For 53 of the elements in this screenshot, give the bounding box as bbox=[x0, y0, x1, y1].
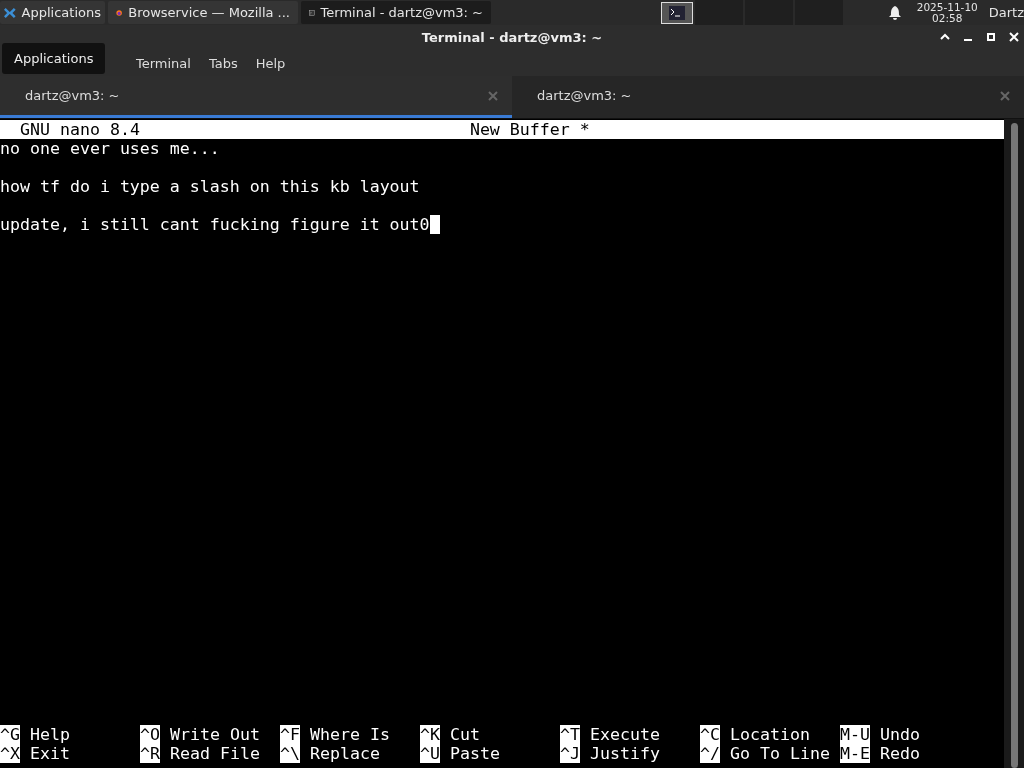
close-tab-icon[interactable] bbox=[1000, 90, 1010, 101]
shortcut-key: ^X bbox=[0, 744, 20, 763]
shortcut-label: Cut bbox=[450, 725, 480, 744]
text-line: update, i still cant fucking figure it out0 bbox=[0, 215, 430, 234]
shortcut-key: ^F bbox=[280, 725, 300, 744]
shortcut-label: Where Is bbox=[310, 725, 390, 744]
shortcut-label: Location bbox=[730, 725, 810, 744]
user-name[interactable]: Dartz bbox=[988, 5, 1024, 20]
scrollbar[interactable] bbox=[1004, 119, 1024, 768]
nano-version: GNU nano 8.4 bbox=[20, 120, 140, 139]
workspace-pager[interactable] bbox=[660, 0, 843, 25]
shortcut-key: ^U bbox=[420, 744, 440, 763]
shortcut-key: ^G bbox=[0, 725, 20, 744]
shortcut-label: Exit bbox=[30, 744, 70, 763]
shortcut-key: M-U bbox=[840, 725, 870, 744]
shortcut-key: ^T bbox=[560, 725, 580, 744]
shortcut-label: Replace bbox=[310, 744, 380, 763]
shortcut-label: Write Out bbox=[170, 725, 260, 744]
buffer-name: New Buffer * bbox=[469, 120, 590, 139]
shortcut-label: Execute bbox=[590, 725, 660, 744]
text-line: no one ever uses me... bbox=[0, 139, 220, 158]
clock-time: 02:58 bbox=[932, 12, 963, 24]
shortcut-key: ^\ bbox=[280, 744, 300, 763]
shortcut-key: ^K bbox=[420, 725, 440, 744]
close-icon[interactable] bbox=[1008, 31, 1020, 43]
notification-bell-icon[interactable] bbox=[887, 4, 902, 21]
terminal-tab[interactable]: dartz@vm3: ~ bbox=[0, 76, 512, 118]
applications-menu-button[interactable]: Applications bbox=[0, 1, 105, 24]
shortcut-label: Read File bbox=[170, 744, 260, 763]
taskbar-window-button[interactable]: Terminal - dartz@vm3: ~ bbox=[301, 1, 491, 24]
shortcut-key: ^R bbox=[140, 744, 160, 763]
shortcut-key: M-E bbox=[840, 744, 870, 763]
shortcut-label: Redo bbox=[880, 744, 920, 763]
maximize-icon[interactable] bbox=[985, 31, 997, 43]
menu-item[interactable]: Tabs bbox=[208, 55, 238, 71]
shortcut-label: Justify bbox=[590, 744, 660, 763]
taskbar-window-button[interactable]: Browservice — Mozilla ... bbox=[108, 1, 298, 24]
clock-date: 2025-11-10 bbox=[916, 1, 978, 13]
text-line: how tf do i type a slash on this kb layout bbox=[0, 177, 420, 196]
shortcut-key: ^/ bbox=[700, 744, 720, 763]
shortcut-key: ^O bbox=[140, 725, 160, 744]
shortcut-key: ^C bbox=[700, 725, 720, 744]
menu-item[interactable]: Terminal bbox=[136, 55, 191, 71]
shortcut-key: ^J bbox=[560, 744, 580, 763]
text-cursor bbox=[429, 215, 440, 234]
shortcut-label: Go To Line bbox=[730, 744, 830, 763]
window-title: Terminal - dartz@vm3: ~ bbox=[421, 30, 603, 45]
shortcut-label: Undo bbox=[880, 725, 920, 744]
tooltip: Applications bbox=[2, 43, 106, 74]
close-tab-icon[interactable] bbox=[488, 90, 498, 101]
shortcut-label: Help bbox=[30, 725, 70, 744]
shortcut-label: Paste bbox=[450, 744, 500, 763]
menu-item[interactable]: Help bbox=[255, 55, 286, 71]
